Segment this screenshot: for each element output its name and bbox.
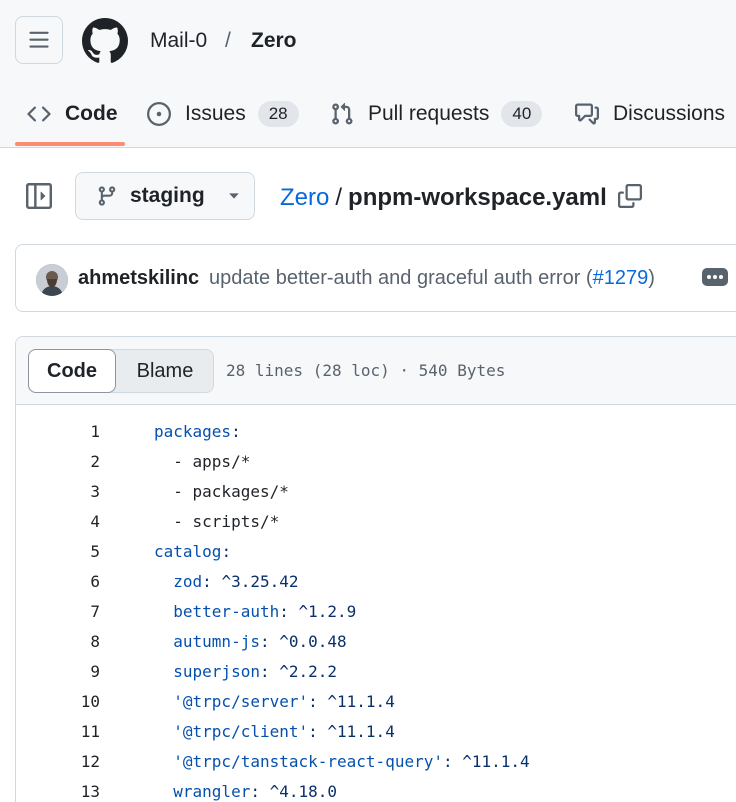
sidebar-expand-icon[interactable] <box>26 183 52 209</box>
line-number[interactable]: 3 <box>40 477 100 507</box>
branch-selector-button[interactable]: staging <box>75 172 255 220</box>
code-line: 9 superjson: ^2.2.2 <box>16 657 736 687</box>
line-content: packages: <box>154 422 241 441</box>
code-line: 12 '@trpc/tanstack-react-query': ^11.1.4 <box>16 747 736 777</box>
line-number[interactable]: 6 <box>40 567 100 597</box>
code-line: 7 better-auth: ^1.2.9 <box>16 597 736 627</box>
path-separator: / <box>335 184 343 211</box>
tab-pull-requests-label: Pull requests <box>368 102 490 125</box>
code-line: 5 catalog: <box>16 537 736 567</box>
code-line: 2 - apps/* <box>16 447 736 477</box>
issues-count-badge: 28 <box>257 101 299 127</box>
code-line: 6 zod: ^3.25.42 <box>16 567 736 597</box>
line-number[interactable]: 9 <box>40 657 100 687</box>
line-number[interactable]: 10 <box>40 687 100 717</box>
tab-issues[interactable]: Issues 28 <box>147 84 299 144</box>
code-line: 11 '@trpc/client': ^11.1.4 <box>16 717 736 747</box>
line-content: wrangler: ^4.18.0 <box>173 782 338 801</box>
pull-requests-count-badge: 40 <box>501 101 543 127</box>
hamburger-icon <box>29 31 49 48</box>
commit-message-close: ) <box>648 267 655 289</box>
commit-pr-link[interactable]: #1279 <box>593 267 649 289</box>
line-number[interactable]: 5 <box>40 537 100 567</box>
line-content: autumn-js: ^0.0.48 <box>173 632 347 651</box>
issue-icon <box>147 102 171 126</box>
line-number[interactable]: 13 <box>40 777 100 802</box>
path-filename: pnpm-workspace.yaml <box>348 184 607 211</box>
line-content: better-auth: ^1.2.9 <box>173 602 357 621</box>
line-content: - packages/* <box>173 482 289 501</box>
commit-author[interactable]: ahmetskilinc <box>78 267 199 290</box>
breadcrumb-separator: / <box>225 29 231 52</box>
repo-header: Mail-0 / Zero Code Issues 28 Pull reques… <box>0 0 736 148</box>
active-tab-indicator <box>15 142 125 146</box>
line-content: superjson: ^2.2.2 <box>173 662 338 681</box>
line-number[interactable]: 4 <box>40 507 100 537</box>
file-viewer: Code Blame 28 lines (28 loc) · 540 Bytes… <box>15 336 736 802</box>
code-line: 3 - packages/* <box>16 477 736 507</box>
line-number[interactable]: 8 <box>40 627 100 657</box>
copy-path-icon[interactable] <box>618 184 642 208</box>
line-number[interactable]: 7 <box>40 597 100 627</box>
avatar[interactable] <box>36 264 68 296</box>
avatar-image <box>36 264 68 296</box>
breadcrumb-owner[interactable]: Mail-0 <box>150 28 207 54</box>
commit-details-button[interactable] <box>702 268 728 286</box>
latest-commit-box: ahmetskilinc update better-auth and grac… <box>15 244 736 312</box>
view-code-button[interactable]: Code <box>28 349 116 393</box>
view-blame-button[interactable]: Blame <box>117 350 213 392</box>
git-branch-icon <box>98 186 116 206</box>
tab-code-label: Code <box>65 102 118 125</box>
line-content: - scripts/* <box>173 512 280 531</box>
code-line: 4 - scripts/* <box>16 507 736 537</box>
github-logo-icon[interactable] <box>82 18 128 64</box>
menu-button[interactable] <box>15 16 63 64</box>
code-line: 10 '@trpc/server': ^11.1.4 <box>16 687 736 717</box>
tab-issues-label: Issues <box>185 102 246 125</box>
branch-name: staging <box>130 184 205 207</box>
tab-code[interactable]: Code <box>27 84 118 144</box>
code-line: 13 wrangler: ^4.18.0 <box>16 777 736 802</box>
tab-discussions[interactable]: Discussions <box>575 84 725 144</box>
discussions-icon <box>575 103 599 125</box>
code-icon <box>27 106 51 122</box>
pull-request-icon <box>332 102 353 125</box>
tab-discussions-label: Discussions <box>613 102 726 125</box>
code-line: 8 autumn-js: ^0.0.48 <box>16 627 736 657</box>
line-content: '@trpc/client': ^11.1.4 <box>173 722 395 741</box>
commit-message-text: update better-auth and graceful auth err… <box>209 267 593 289</box>
code-lines: 1 packages: 2 - apps/* 3 - packages/* 4 - sc… <box>16 417 736 802</box>
line-content: '@trpc/server': ^11.1.4 <box>173 692 395 711</box>
code-line: 1 packages: <box>16 417 736 447</box>
line-content: - apps/* <box>173 452 251 471</box>
line-number[interactable]: 11 <box>40 717 100 747</box>
file-path-breadcrumb: Zero / pnpm-workspace.yaml <box>280 184 607 212</box>
line-number[interactable]: 12 <box>40 747 100 777</box>
tab-pull-requests[interactable]: Pull requests 40 <box>330 84 543 144</box>
line-number[interactable]: 1 <box>40 417 100 447</box>
file-viewer-header: Code Blame 28 lines (28 loc) · 540 Bytes <box>16 337 736 405</box>
breadcrumb-repo[interactable]: Zero <box>251 28 297 54</box>
line-number[interactable]: 2 <box>40 447 100 477</box>
triangle-down-icon <box>228 193 239 199</box>
file-stats: 28 lines (28 loc) · 540 Bytes <box>226 361 506 380</box>
line-content: catalog: <box>154 542 232 561</box>
commit-message[interactable]: update better-auth and graceful auth err… <box>209 267 655 290</box>
path-repo-link[interactable]: Zero <box>280 184 329 211</box>
line-content: '@trpc/tanstack-react-query': ^11.1.4 <box>173 752 530 771</box>
line-content: zod: ^3.25.42 <box>173 572 299 591</box>
view-mode-toggle: Code Blame <box>28 349 214 393</box>
